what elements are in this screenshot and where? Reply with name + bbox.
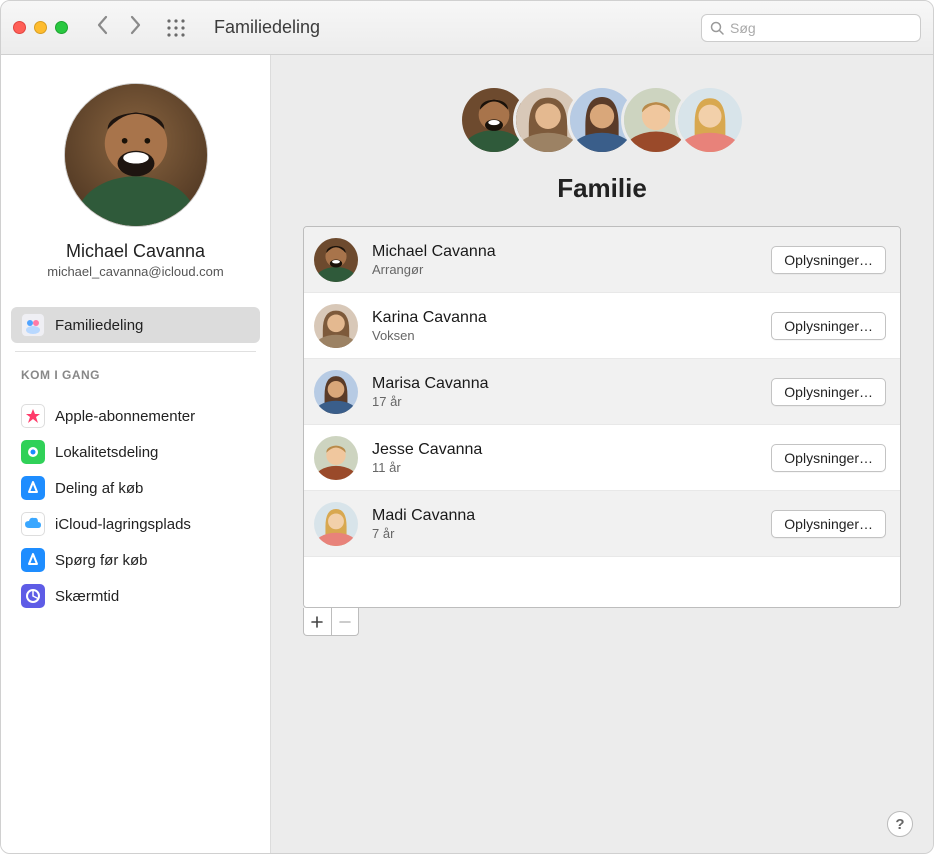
show-all-preferences-button[interactable] [166,18,186,38]
family-row[interactable]: Marisa Cavanna 17 år Oplysninger… [304,359,900,425]
sidebar-item-label: Lokalitetsdeling [55,444,158,461]
member-avatar [314,370,358,414]
search-input[interactable] [730,20,912,36]
body: Michael Cavanna michael_cavanna@icloud.c… [1,55,933,853]
member-avatar [314,502,358,546]
details-button[interactable]: Oplysninger… [771,378,886,406]
details-button[interactable]: Oplysninger… [771,246,886,274]
sidebar-item-subscriptions[interactable]: Apple-abonnementer [11,398,260,434]
remove-member-button[interactable] [332,608,359,635]
member-name: Karina Cavanna [372,309,771,327]
forward-button[interactable] [128,15,142,41]
main-heading: Familie [271,173,933,204]
member-avatar [314,238,358,282]
sidebar-section-header: KOM I GANG [1,360,270,388]
divider [15,351,256,352]
back-button[interactable] [96,15,110,41]
profile-section: Michael Cavanna michael_cavanna@icloud.c… [1,55,270,297]
sidebar-item-familiedeling[interactable]: Familiedeling [11,307,260,343]
appstore-icon [21,476,45,500]
minus-icon [339,616,351,628]
family-row[interactable]: Michael Cavanna Arrangør Oplysninger… [304,227,900,293]
table-filler [304,557,900,607]
sidebar-item-label: Spørg før køb [55,552,148,569]
family-members-table: Michael Cavanna Arrangør Oplysninger… Ka… [303,226,901,608]
sidebar-item-label: Skærmtid [55,588,119,605]
profile-name: Michael Cavanna [66,241,205,262]
family-avatar-row [271,85,933,155]
grid-icon [166,18,186,38]
chevron-right-icon [128,15,142,35]
member-avatar [314,304,358,348]
member-subtitle: 11 år [372,460,771,475]
sidebar-item-label: Familiedeling [55,317,143,334]
sidebar-list: Familiedeling [1,307,270,343]
help-icon: ? [895,816,904,833]
search-field[interactable] [701,14,921,42]
sidebar-item-location[interactable]: Lokalitetsdeling [11,434,260,470]
help-button[interactable]: ? [887,811,913,837]
family-row[interactable]: Jesse Cavanna 11 år Oplysninger… [304,425,900,491]
close-window-button[interactable] [13,21,26,34]
avatar-icon [65,84,207,226]
icloud-icon [21,512,45,536]
search-icon [710,21,724,35]
member-avatar [314,436,358,480]
minimize-window-button[interactable] [34,21,47,34]
sidebar-item-label: Deling af køb [55,480,143,497]
main-panel: Familie Michael Cavanna Arrangør Oplysni… [271,55,933,853]
family-row[interactable]: Madi Cavanna 7 år Oplysninger… [304,491,900,557]
member-subtitle: Voksen [372,328,771,343]
sidebar-list-kom: Apple-abonnementer Lokalitetsdeling Deli… [1,398,270,614]
family-icon [21,313,45,337]
sidebar-item-purchase-sharing[interactable]: Deling af køb [11,470,260,506]
details-button[interactable]: Oplysninger… [771,444,886,472]
member-subtitle: 7 år [372,526,771,541]
profile-email: michael_cavanna@icloud.com [47,264,224,279]
plus-icon [311,616,323,628]
ask-icon [21,548,45,572]
add-remove-controls [303,608,359,636]
sidebar-item-ask-to-buy[interactable]: Spørg før køb [11,542,260,578]
subscriptions-icon [21,404,45,428]
window-title: Familiedeling [214,17,320,38]
window: Familiedeling [0,0,934,854]
sidebar-item-icloud-storage[interactable]: iCloud-lagringsplads [11,506,260,542]
family-avatar-madi [675,85,745,155]
member-name: Michael Cavanna [372,243,771,261]
member-subtitle: Arrangør [372,262,771,277]
details-button[interactable]: Oplysninger… [771,312,886,340]
add-member-button[interactable] [304,608,332,635]
member-name: Marisa Cavanna [372,375,771,393]
chevron-left-icon [96,15,110,35]
sidebar-item-label: Apple-abonnementer [55,408,195,425]
screentime-icon [21,584,45,608]
profile-avatar[interactable] [64,83,208,227]
traffic-lights [13,21,68,34]
nav-arrows [96,15,142,41]
details-button[interactable]: Oplysninger… [771,510,886,538]
member-subtitle: 17 år [372,394,771,409]
sidebar-item-screentime[interactable]: Skærmtid [11,578,260,614]
member-name: Madi Cavanna [372,507,771,525]
findmy-icon [21,440,45,464]
member-name: Jesse Cavanna [372,441,771,459]
sidebar-item-label: iCloud-lagringsplads [55,516,191,533]
sidebar: Michael Cavanna michael_cavanna@icloud.c… [1,55,271,853]
titlebar: Familiedeling [1,1,933,55]
fullscreen-window-button[interactable] [55,21,68,34]
family-row[interactable]: Karina Cavanna Voksen Oplysninger… [304,293,900,359]
